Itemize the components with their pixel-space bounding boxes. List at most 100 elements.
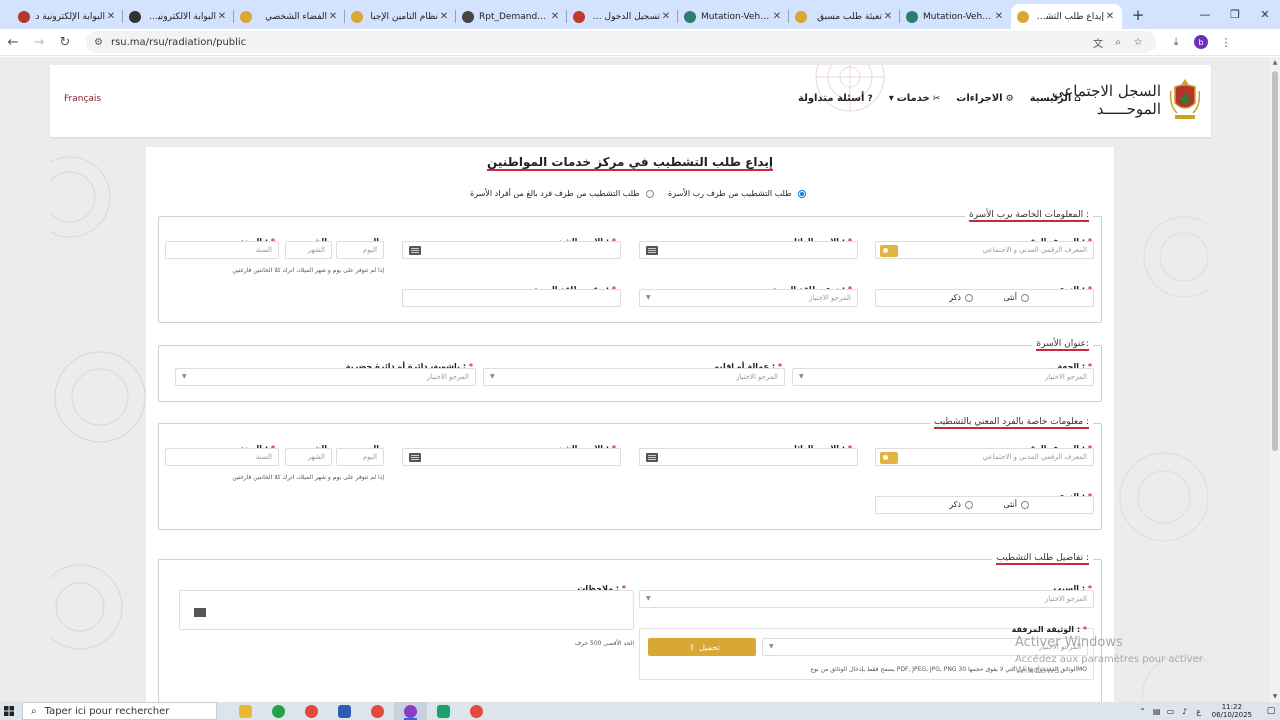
request-type-member-radio[interactable] — [645, 189, 654, 198]
head-gender-male-radio[interactable] — [965, 293, 973, 302]
tab-close-icon[interactable]: ✕ — [438, 11, 450, 22]
tab-close-icon[interactable]: ✕ — [327, 11, 339, 22]
browser-tab[interactable]: الفضاء الشخصي ✕ — [234, 4, 345, 29]
language-switch-link[interactable]: Français — [64, 94, 101, 104]
member-family-name-input[interactable] — [639, 448, 858, 466]
member-day-placeholder: اليوم — [362, 453, 377, 461]
taskbar-clock[interactable]: 11:22 06/10/2025 — [1212, 703, 1252, 719]
browser-tab[interactable]: Mutation-Vehicule✕ — [900, 4, 1011, 29]
member-first-name-input[interactable] — [402, 448, 621, 466]
chrome-profile-icon[interactable] — [361, 702, 394, 720]
word-icon[interactable] — [328, 702, 361, 720]
scroll-up-icon[interactable]: ▲ — [1270, 59, 1280, 66]
tab-close-icon[interactable]: ✕ — [993, 11, 1005, 22]
file-explorer-icon[interactable] — [229, 702, 262, 720]
head-family-name-input[interactable] — [639, 241, 858, 259]
browser-tab[interactable]: نظام التأمين الإجبا ✕ — [345, 4, 456, 29]
browser-tab[interactable]: إيداع طلب التشطيب ✕ — [1011, 4, 1122, 29]
head-first-name-input[interactable] — [402, 241, 621, 259]
back-icon[interactable]: ← — [0, 30, 26, 54]
volume-icon[interactable]: ♪ — [1178, 707, 1192, 716]
bookmark-star-icon[interactable]: ☆ — [1128, 37, 1148, 48]
browser-tab[interactable]: البوابة الإلكترونية د ✕ — [12, 4, 123, 29]
province-select[interactable]: ▼ المرجو الاختيار — [483, 368, 785, 386]
member-gender-female-radio[interactable] — [1021, 500, 1029, 509]
member-year-input[interactable]: السنة — [165, 448, 279, 466]
member-gender-male-radio[interactable] — [965, 500, 973, 509]
close-window-icon[interactable]: ✕ — [1250, 0, 1280, 29]
language-indicator[interactable]: ع — [1192, 707, 1206, 716]
browser-tab[interactable]: Mutation-Vehicule✕ — [678, 4, 789, 29]
reason-select[interactable]: ▼ المرجو الاختيار — [639, 590, 1094, 608]
app-green-icon[interactable] — [427, 702, 460, 720]
tab-close-icon[interactable]: ✕ — [771, 11, 783, 22]
head-id-card-type-select[interactable]: ▼ المرجو الاختيار — [639, 289, 858, 307]
taskbar-search[interactable]: ⌕ Taper ici pour rechercher — [22, 702, 217, 720]
zoom-icon[interactable]: ⌕ — [1108, 37, 1128, 48]
request-type-head-option[interactable]: طلب التشطيب من طرف رب الأسرة — [668, 189, 806, 198]
menu-kebab-icon[interactable]: ⋮ — [1214, 36, 1238, 49]
notes-textarea[interactable] — [179, 590, 634, 630]
reload-icon[interactable]: ↻ — [52, 30, 78, 54]
head-gender-male[interactable]: ذكر — [949, 293, 973, 302]
region-select[interactable]: ▼ المرجو الاختيار — [792, 368, 1094, 386]
tab-close-icon[interactable]: ✕ — [1104, 11, 1116, 22]
chrome-alt-icon[interactable] — [460, 702, 493, 720]
nav-item[interactable]: الاجراءات ⚙ — [956, 93, 1013, 104]
head-month-input[interactable]: الشهر — [285, 241, 332, 259]
browser-tab[interactable]: تعبئة طلب مسبق ✕ — [789, 4, 900, 29]
nav-item[interactable]: ▾ خدمات ✂ — [889, 93, 941, 104]
request-type-member-option[interactable]: طلب التشطيب من طرف فرد بالغ من أفراد الأ… — [470, 189, 654, 198]
head-year-input[interactable]: السنة — [165, 241, 279, 259]
scroll-down-icon[interactable]: ▼ — [1270, 693, 1280, 700]
browser-tab[interactable]: Rpt_Demande_Ins✕ — [456, 4, 567, 29]
keyboard-icon[interactable] — [409, 246, 421, 255]
head-gender-female[interactable]: أنثى — [1003, 293, 1029, 302]
browser-tab[interactable]: تسجيل الدخول | ES✕ — [567, 4, 678, 29]
forward-icon[interactable]: → — [26, 30, 52, 54]
translate-icon[interactable]: 文 — [1088, 35, 1108, 50]
tab-close-icon[interactable]: ✕ — [549, 11, 561, 22]
keyboard-icon[interactable] — [194, 608, 206, 617]
new-tab-button[interactable]: + — [1126, 3, 1150, 27]
head-day-input[interactable]: اليوم — [336, 241, 384, 259]
keyboard-icon[interactable] — [646, 453, 658, 462]
site-info-icon[interactable]: ⚙ — [94, 37, 103, 48]
display-icon[interactable]: ▭ — [1164, 707, 1178, 716]
browser-tab[interactable]: البوابة الالكترونية لـ ✕ — [123, 4, 234, 29]
district-select[interactable]: ▼ المرجو الاختيار — [175, 368, 476, 386]
chrome-icon[interactable] — [295, 702, 328, 720]
address-bar[interactable]: ⚙ rsu.ma/rsu/radiation/public 文 ⌕ ☆ — [86, 31, 1156, 53]
chevron-up-icon[interactable]: ⌃ — [1136, 707, 1150, 716]
restore-icon[interactable]: ❐ — [1220, 0, 1250, 29]
chrome-active-icon[interactable] — [394, 702, 427, 720]
notification-icon[interactable]: ▢ — [1262, 706, 1280, 716]
download-icon[interactable]: ⤓ — [1164, 35, 1188, 49]
head-id-input[interactable]: المعرف الرقمي المدني و الاجتماعي — [875, 241, 1094, 259]
tab-close-icon[interactable]: ✕ — [216, 11, 228, 22]
member-gender-female[interactable]: أنثى — [1003, 500, 1029, 509]
scroll-thumb[interactable] — [1272, 71, 1278, 451]
tab-close-icon[interactable]: ✕ — [882, 11, 894, 22]
profile-avatar[interactable]: b — [1194, 35, 1208, 49]
head-gender-female-radio[interactable] — [1021, 293, 1029, 302]
request-type-head-radio[interactable] — [797, 189, 806, 198]
brand-logo[interactable]: السجل الاجتماعي الموحـــــد — [1052, 77, 1201, 123]
windows-start-icon[interactable] — [0, 702, 18, 720]
upload-button[interactable]: ⇪ تحميل — [648, 638, 756, 656]
tab-close-icon[interactable]: ✕ — [660, 11, 672, 22]
url-text[interactable]: rsu.ma/rsu/radiation/public — [111, 37, 1088, 48]
member-gender-male[interactable]: ذكر — [949, 500, 973, 509]
member-month-input[interactable]: الشهر — [285, 448, 332, 466]
keyboard-icon[interactable] — [646, 246, 658, 255]
network-icon[interactable]: ▤ — [1150, 707, 1164, 716]
head-id-card-number-input[interactable] — [402, 289, 621, 307]
nav-item[interactable]: أسئلة متداولة? — [798, 93, 873, 104]
page-scrollbar[interactable]: ▲ ▼ — [1270, 57, 1280, 702]
keyboard-icon[interactable] — [409, 453, 421, 462]
whatsapp-icon[interactable] — [262, 702, 295, 720]
member-day-input[interactable]: اليوم — [336, 448, 384, 466]
member-id-input[interactable]: المعرف الرقمي المدني و الاجتماعي — [875, 448, 1094, 466]
tab-close-icon[interactable]: ✕ — [105, 11, 117, 22]
minimize-icon[interactable]: — — [1190, 0, 1220, 29]
